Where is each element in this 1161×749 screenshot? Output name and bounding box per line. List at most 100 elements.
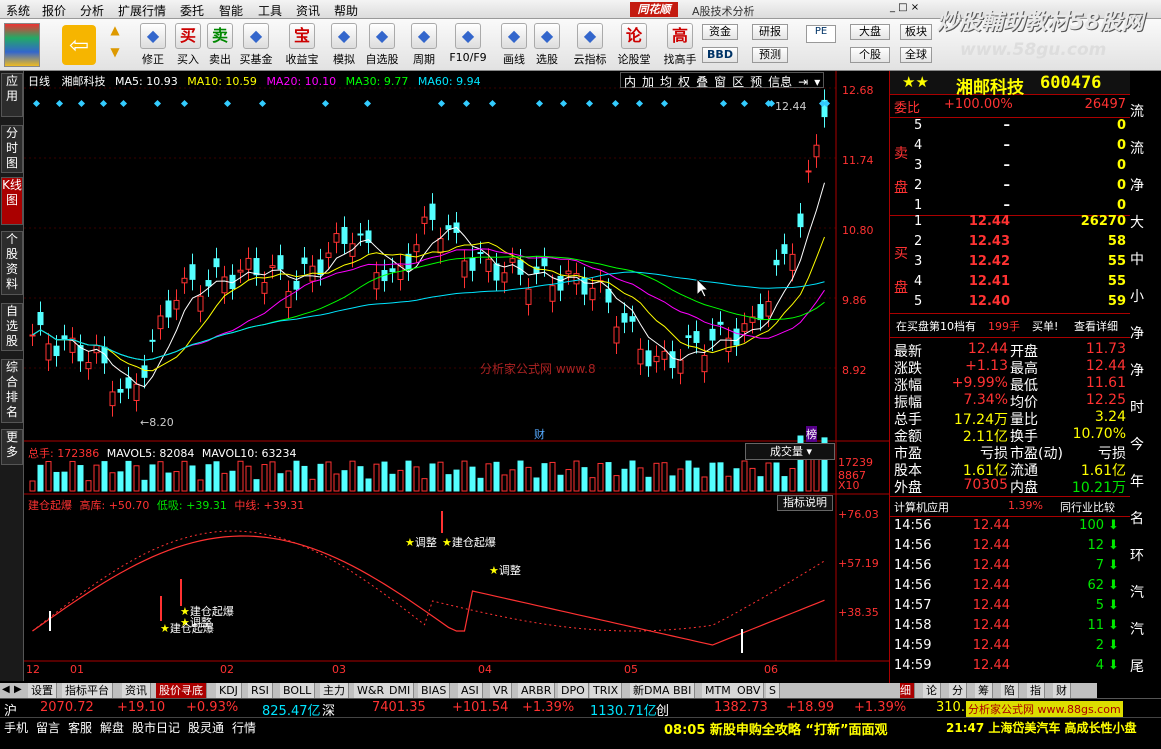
indicator-tab[interactable]: DPO [558, 683, 589, 698]
back-arrow-icon[interactable]: ⇦ [62, 25, 96, 65]
tab-scroll-right-icon[interactable]: ▶ [14, 684, 22, 695]
menu-trade[interactable]: 委托 [180, 2, 204, 19]
queue-action[interactable]: 买单! [1032, 318, 1058, 334]
tool-restore[interactable]: 内 [621, 75, 639, 89]
indicator-tab[interactable]: MTM [702, 683, 735, 698]
tool-add[interactable]: 加 [639, 75, 657, 89]
star-button[interactable]: ◆ 自选股 [362, 21, 402, 69]
sidebar-tab-ranking[interactable]: 综合排名 [1, 359, 23, 423]
tool-window[interactable]: 窗 [711, 75, 729, 89]
indicator-tab[interactable]: KDJ [216, 683, 242, 698]
indicator-tab[interactable]: OBV [734, 683, 765, 698]
link-gulingtong[interactable]: 股灵通 [188, 719, 224, 736]
menu-extended[interactable]: 扩展行情 [118, 2, 166, 19]
cloud-button[interactable]: ◆ 云指标 [570, 21, 610, 69]
clock-button[interactable]: ◆ 周期 [404, 21, 444, 69]
indicator-tab[interactable]: ARBR [518, 683, 556, 698]
layout-grid-icon[interactable] [4, 23, 40, 67]
news-ticker-1[interactable]: 08:05 新股申购全攻略 “打新”面面观 [664, 719, 888, 738]
rank-mark[interactable]: 榜 [806, 426, 817, 442]
bbd-button[interactable]: BBD [702, 47, 738, 63]
menu-quote[interactable]: 报价 [42, 2, 66, 19]
indicator-tab[interactable]: 资讯 [122, 683, 151, 698]
sell-button[interactable]: 卖卖出 [200, 21, 240, 69]
sidebar-tab-timeshare[interactable]: 分时图 [1, 125, 23, 173]
indicator-tab[interactable]: S [766, 683, 780, 698]
indicator-tab[interactable]: TRIX [590, 683, 623, 698]
indicator-tab[interactable]: VR [490, 683, 513, 698]
picture-button[interactable]: ◆ 选股 [527, 21, 567, 69]
kline-chart-area[interactable] [24, 71, 889, 683]
arrow-right-icon[interactable]: ⇥ [795, 75, 811, 89]
quote-tab[interactable]: 分 [949, 683, 967, 698]
forecast-button[interactable]: 预测 [752, 47, 788, 63]
f10-button[interactable]: ◆ F10/F9 [448, 21, 488, 69]
tool-rights[interactable]: 权 [675, 75, 693, 89]
indicator-tab[interactable]: 主力 [320, 683, 349, 698]
indicator-tab[interactable]: 新DMA [630, 683, 674, 698]
indicator-tab[interactable]: 股价寻底 [156, 683, 207, 698]
bao-button[interactable]: 宝收益宝 [282, 21, 322, 69]
quote-tab[interactable]: 论 [923, 683, 941, 698]
quote-tab[interactable]: 指 [1027, 683, 1045, 698]
star-icon[interactable]: ★★ [902, 73, 929, 91]
hammer-button[interactable]: ◆ 模拟 [324, 21, 364, 69]
link-message[interactable]: 留言 [36, 719, 60, 736]
tool-overlay[interactable]: 叠 [693, 75, 711, 89]
sidebar-tab-apps[interactable]: 应用 [1, 73, 23, 117]
quote-tab[interactable]: 筹 [975, 683, 993, 698]
indicator-tab[interactable]: RSI [248, 683, 273, 698]
volume-selector[interactable]: 成交量 ▾ [745, 443, 835, 460]
indicator-tab[interactable]: ASI [458, 683, 483, 698]
indicator-tab[interactable]: 指标平台 [62, 683, 113, 698]
finance-mark[interactable]: 财 [534, 426, 545, 442]
tool-info[interactable]: 信息 [765, 75, 795, 89]
pe-icon[interactable]: PE [806, 25, 836, 43]
tab-scroll-left-icon[interactable]: ◀ [2, 684, 10, 695]
quote-tab[interactable]: 财 [1053, 683, 1071, 698]
indicator-tab[interactable]: BIAS [418, 683, 451, 698]
tool-predict[interactable]: 预 [747, 75, 765, 89]
indicator-tab[interactable]: 设置 [28, 683, 57, 698]
stock-button[interactable]: 个股 [850, 47, 890, 63]
dropdown-icon[interactable]: ▾ [811, 75, 823, 89]
menu-smart[interactable]: 智能 [219, 2, 243, 19]
fund-button[interactable]: ◆ 买基金 [236, 21, 276, 69]
sidebar-tab-watchlist[interactable]: 自选股 [1, 303, 23, 351]
indicator-tab[interactable]: BOLL [280, 683, 316, 698]
refresh-button[interactable]: ◆ 修正 [133, 21, 173, 69]
down-arrow-icon[interactable]: ▼ [103, 45, 127, 65]
link-analysis[interactable]: 解盘 [100, 719, 124, 736]
tool-average[interactable]: 均 [657, 75, 675, 89]
menu-system[interactable]: 系统 [6, 2, 30, 19]
menu-analysis[interactable]: 分析 [80, 2, 104, 19]
sidebar-tab-profile[interactable]: 个股资料 [1, 231, 23, 295]
indicator-tab[interactable]: W&R [354, 683, 389, 698]
indicator-help-button[interactable]: 指标说明 [777, 495, 833, 511]
sidebar-tab-kline[interactable]: K线图 [1, 177, 23, 225]
up-arrow-icon[interactable]: ▲ [103, 23, 127, 43]
menu-news[interactable]: 资讯 [296, 2, 320, 19]
industry-compare-link[interactable]: 同行业比较 [1060, 499, 1115, 515]
quote-tab[interactable]: 陷 [1001, 683, 1019, 698]
sector-button[interactable]: 板块 [900, 24, 932, 40]
capital-button[interactable]: 资金 [702, 24, 738, 40]
window-controls[interactable]: _ □ × [890, 2, 919, 13]
link-service[interactable]: 客服 [68, 719, 92, 736]
menu-help[interactable]: 帮助 [334, 2, 358, 19]
link-quotes[interactable]: 行情 [232, 719, 256, 736]
tool-range[interactable]: 区 [729, 75, 747, 89]
queue-detail-link[interactable]: 查看详细 [1074, 318, 1118, 334]
market-button[interactable]: 大盘 [850, 24, 890, 40]
kline-chart-svg[interactable] [24, 71, 889, 683]
link-mobile[interactable]: 手机 [4, 719, 28, 736]
global-button[interactable]: 全球 [900, 47, 932, 63]
indicator-tab[interactable]: DMI [386, 683, 415, 698]
indicator-tab[interactable]: BBI [670, 683, 696, 698]
research-button[interactable]: 研报 [752, 24, 788, 40]
gao-button[interactable]: 高找高手 [660, 21, 700, 69]
news-ticker-2[interactable]: 21:47 上海岱美汽车 高成长性小盘 [946, 719, 1137, 736]
sidebar-tab-more[interactable]: 更多 [1, 429, 23, 465]
link-diary[interactable]: 股市日记 [132, 719, 180, 736]
menu-tools[interactable]: 工具 [258, 2, 282, 19]
